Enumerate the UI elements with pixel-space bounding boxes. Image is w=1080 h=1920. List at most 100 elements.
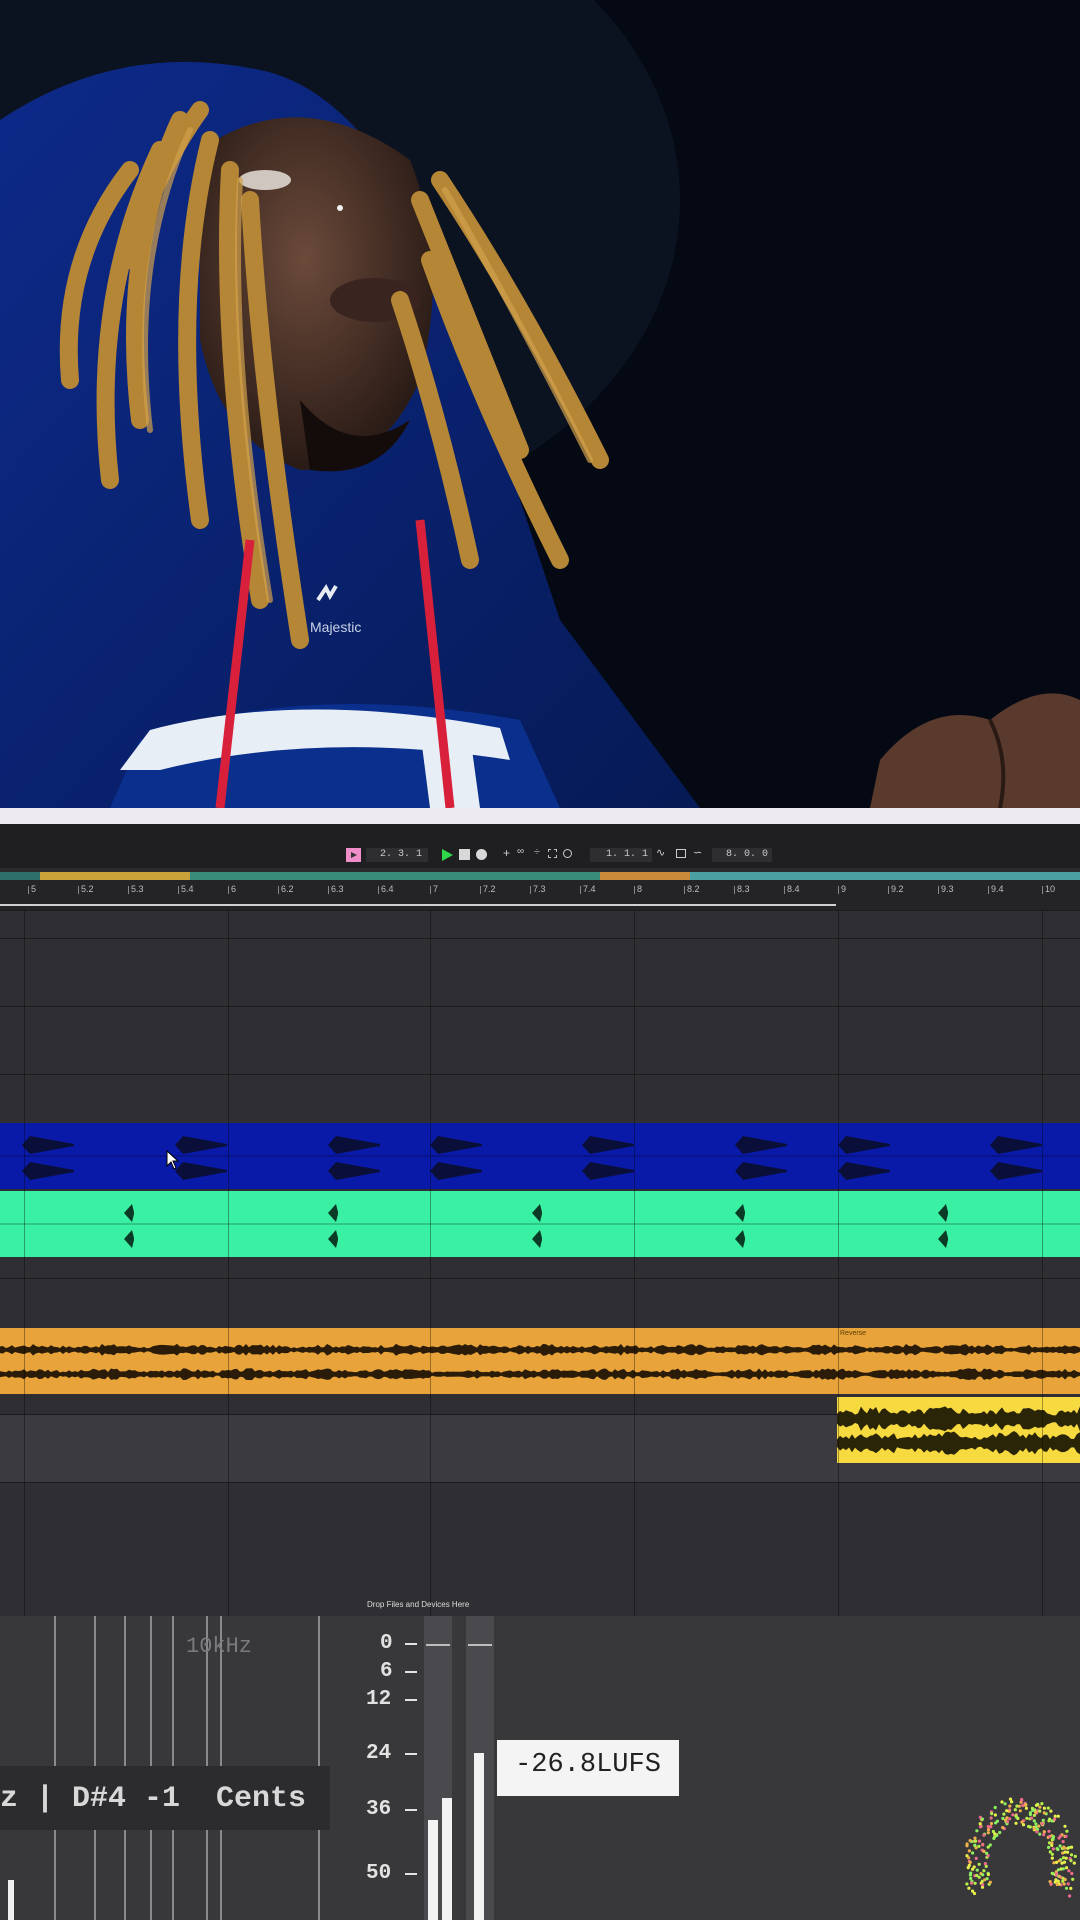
waveform-transient — [328, 1162, 380, 1180]
loop-start: 1. 1. 1 — [606, 849, 649, 860]
scope-dot — [1001, 1816, 1005, 1821]
scope-dot — [994, 1821, 998, 1825]
waveform-transient — [22, 1162, 74, 1180]
waveform-transient — [838, 1162, 890, 1180]
metronome-icon[interactable]: ÷ — [534, 846, 540, 858]
scope-dot — [969, 1876, 973, 1881]
ruler-label: 6.3 — [331, 884, 344, 894]
automation-arm-icon[interactable]: ∿ — [656, 846, 665, 859]
scope-dot — [1050, 1843, 1054, 1847]
db-label: 24 — [366, 1742, 392, 1765]
ruler-label: 9.3 — [941, 884, 954, 894]
scope-dot — [1038, 1805, 1042, 1809]
scope-dot — [977, 1844, 981, 1848]
scope-dot — [1034, 1822, 1038, 1826]
scope-dot — [1046, 1806, 1050, 1810]
db-label: 36 — [366, 1798, 392, 1821]
scope-dot — [985, 1851, 989, 1855]
waveform-envelope — [0, 1368, 1080, 1381]
ruler-tick — [278, 886, 279, 894]
punch-icon[interactable] — [548, 849, 557, 858]
melody-clip[interactable]: Reverse — [0, 1328, 1080, 1394]
waveform-transient — [124, 1204, 134, 1222]
ruler-tick — [580, 886, 581, 894]
scope-dot — [1048, 1817, 1052, 1821]
track-lane[interactable] — [0, 938, 1080, 1006]
link-icon[interactable]: ∞ — [517, 846, 524, 857]
ruler-tick — [784, 886, 785, 894]
add-icon[interactable]: + — [503, 846, 510, 860]
scope-dot — [1024, 1806, 1028, 1810]
bar-gridline — [24, 910, 25, 1616]
scope-dot — [1061, 1840, 1065, 1844]
play-icon[interactable] — [440, 848, 454, 862]
scope-dot — [1024, 1803, 1028, 1807]
track-lane[interactable] — [0, 910, 1080, 938]
scope-dot — [1021, 1823, 1026, 1827]
scope-dot — [980, 1817, 984, 1821]
scope-dot — [1027, 1824, 1031, 1829]
scope-dot — [1050, 1856, 1054, 1860]
draw-mode-icon[interactable]: ∽ — [693, 846, 702, 859]
bar-gridline — [1042, 910, 1043, 1616]
scope-dot — [969, 1871, 973, 1875]
ruler-tick — [480, 886, 481, 894]
capture-icon[interactable] — [676, 849, 686, 858]
ruler-label: 8 — [637, 884, 643, 894]
ruler-tick — [734, 886, 735, 894]
waveform-transient — [735, 1162, 787, 1180]
waveform-envelope — [837, 1406, 1080, 1432]
scope-dot — [1013, 1808, 1017, 1812]
scope-dot — [1053, 1814, 1057, 1818]
scope-dot — [1031, 1808, 1035, 1812]
scope-dot — [1040, 1822, 1045, 1826]
svg-text:Majestic: Majestic — [310, 619, 361, 635]
scope-dot — [1066, 1846, 1070, 1850]
arrangement-overview[interactable] — [0, 872, 1080, 880]
drop-zone[interactable] — [0, 1482, 1080, 1616]
lufs-readout: -26.8LUFS — [515, 1750, 661, 1780]
scope-dot — [1064, 1856, 1068, 1860]
reverse-clip[interactable] — [837, 1397, 1080, 1463]
scope-dot — [1004, 1818, 1008, 1822]
scope-dot — [1064, 1834, 1068, 1838]
meter-fill — [442, 1798, 452, 1920]
ruler-label: 8.2 — [687, 884, 700, 894]
waveform-transient — [532, 1204, 542, 1222]
waveform-transient — [938, 1230, 948, 1248]
loop-icon[interactable] — [563, 849, 572, 858]
scope-dot — [1063, 1850, 1067, 1854]
scope-dot — [1062, 1845, 1066, 1849]
scope-dot — [1062, 1860, 1067, 1864]
scope-dot — [973, 1843, 977, 1847]
waveform-transient — [175, 1136, 227, 1154]
scope-dot — [1042, 1811, 1046, 1815]
scope-dot — [1069, 1859, 1073, 1863]
scope-dot — [1062, 1882, 1066, 1886]
scope-dot — [1055, 1872, 1059, 1876]
ruler-label: 5 — [31, 884, 37, 894]
record-icon[interactable] — [476, 849, 487, 860]
scope-dot — [1032, 1819, 1036, 1823]
scope-dot — [1049, 1882, 1053, 1886]
percussion-clip[interactable] — [0, 1191, 1080, 1257]
scope-dot — [1064, 1866, 1069, 1870]
scope-dot — [1069, 1853, 1074, 1857]
track-lane[interactable] — [0, 1006, 1080, 1074]
scope-dot — [986, 1828, 991, 1832]
loop-brace[interactable] — [0, 904, 836, 906]
ruler-tick — [838, 886, 839, 894]
scope-dot — [972, 1865, 976, 1869]
ruler-label: 9.2 — [891, 884, 904, 894]
scope-dot — [1028, 1811, 1032, 1815]
scope-dot — [1041, 1818, 1045, 1822]
waveform-transient — [532, 1230, 542, 1248]
drum-clip[interactable] — [0, 1123, 1080, 1189]
scope-dot — [1018, 1809, 1022, 1813]
scope-dot — [967, 1856, 971, 1860]
stop-icon[interactable] — [459, 849, 470, 860]
arrangement-record-icon[interactable] — [346, 848, 361, 862]
ruler-tick — [228, 886, 229, 894]
scope-dot — [1066, 1882, 1070, 1886]
scope-dot — [975, 1829, 979, 1833]
